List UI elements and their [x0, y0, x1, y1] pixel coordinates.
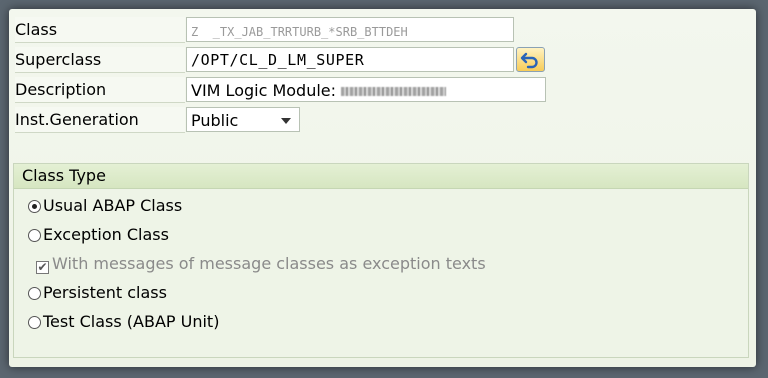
- class-label: Class: [15, 17, 185, 43]
- description-field[interactable]: VIM Logic Module:: [186, 77, 546, 102]
- radio-persistent-class-label: Persistent class: [43, 283, 167, 302]
- class-type-title: Class Type: [14, 164, 748, 189]
- radio-test-class-label: Test Class (ABAP Unit): [43, 312, 220, 331]
- description-label: Description: [15, 77, 185, 103]
- redacted-text: [341, 87, 447, 96]
- class-name-field[interactable]: Z _TX_JAB_TRRTURB_*SRB_BTTDEH: [186, 17, 514, 42]
- radio-persistent-class[interactable]: Persistent class: [28, 282, 167, 304]
- checkbox-exception-texts: ✔ With messages of message classes as exc…: [36, 253, 486, 275]
- class-type-group: Class Type Usual ABAP Class Exception Cl…: [13, 163, 749, 358]
- radio-usual-abap-class-label: Usual ABAP Class: [43, 196, 183, 215]
- radio-test-class[interactable]: Test Class (ABAP Unit): [28, 311, 219, 333]
- dropdown-caret-icon: [281, 118, 291, 124]
- radio-usual-abap-class[interactable]: Usual ABAP Class: [28, 195, 182, 217]
- checkbox-checked-icon: ✔: [36, 260, 49, 274]
- description-value: VIM Logic Module:: [191, 81, 342, 100]
- superclass-field[interactable]: /OPT/CL_D_LM_SUPER: [186, 47, 514, 72]
- inst-generation-value: Public: [191, 111, 239, 130]
- radio-unselected-icon[interactable]: [28, 287, 41, 300]
- class-properties-dialog: Class Z _TX_JAB_TRRTURB_*SRB_BTTDEH Supe…: [9, 9, 756, 367]
- radio-selected-icon[interactable]: [28, 200, 41, 213]
- radio-exception-class[interactable]: Exception Class: [28, 224, 169, 246]
- inst-generation-dropdown[interactable]: Public: [186, 107, 300, 132]
- inst-generation-row: Inst.Generation Public: [9, 107, 756, 133]
- superclass-label: Superclass: [15, 47, 185, 73]
- superclass-row: Superclass /OPT/CL_D_LM_SUPER: [9, 47, 756, 73]
- radio-exception-class-label: Exception Class: [43, 225, 169, 244]
- undo-button[interactable]: [516, 47, 545, 72]
- class-name-value: Z _TX_JAB_TRRTURB_*SRB_BTTDEH: [191, 25, 408, 39]
- radio-unselected-icon[interactable]: [28, 229, 41, 242]
- inst-generation-label: Inst.Generation: [15, 107, 185, 133]
- description-row: Description VIM Logic Module:: [9, 77, 756, 103]
- checkbox-exception-texts-label: With messages of message classes as exce…: [52, 254, 486, 273]
- class-row: Class Z _TX_JAB_TRRTURB_*SRB_BTTDEH: [9, 17, 756, 43]
- undo-arrow-icon: [520, 52, 538, 69]
- radio-unselected-icon[interactable]: [28, 316, 41, 329]
